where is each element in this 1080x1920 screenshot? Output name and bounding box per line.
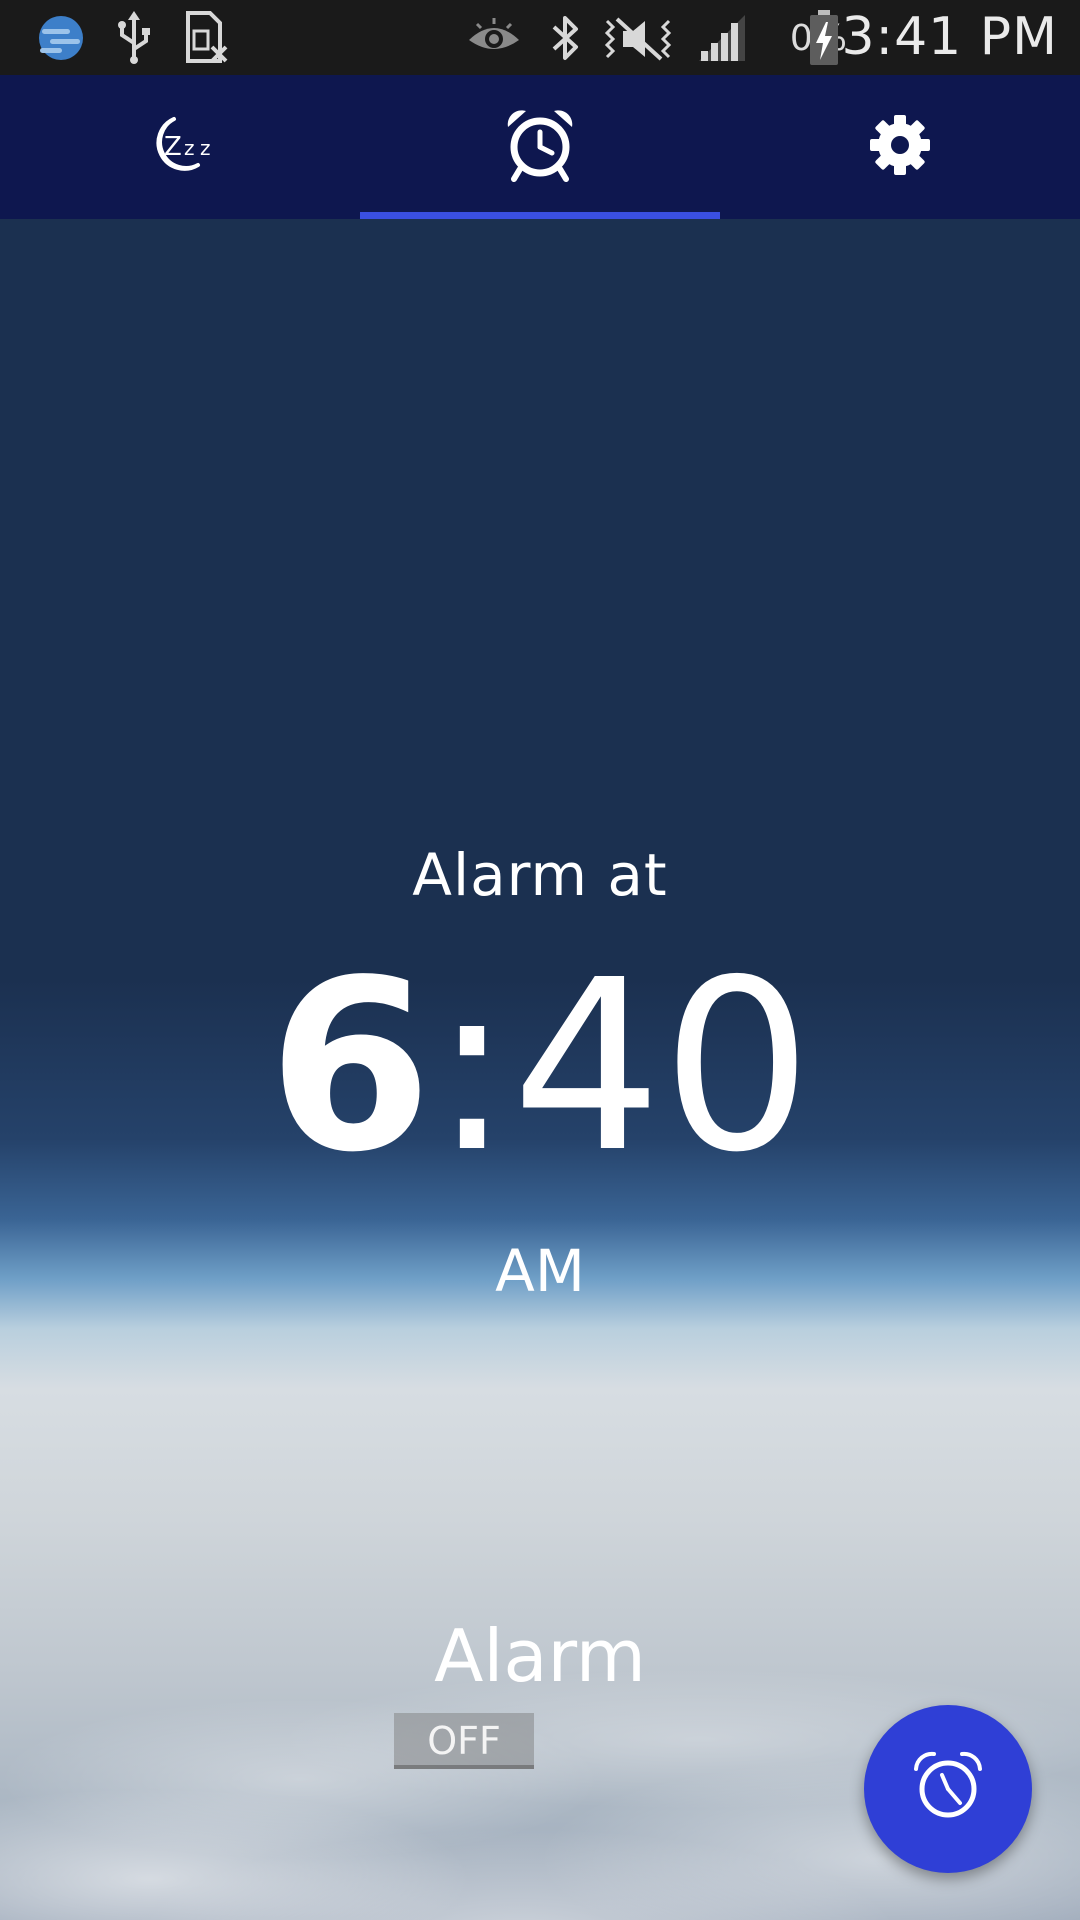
alarm-minutes: 40 [511, 929, 813, 1204]
tab-sleep[interactable]: Z z z sleep [0, 75, 360, 219]
usb-icon [112, 8, 156, 68]
alarm-add-icon [910, 1749, 986, 1829]
alarm-time[interactable]: 6:40 [0, 949, 1080, 1185]
alarm-hour: 6 [267, 929, 433, 1204]
svg-text:z: z [184, 136, 195, 160]
alarm-panel: Alarm at 6:40 AM Alarm OFF [0, 219, 1080, 1920]
status-time: 3:41 PM [841, 7, 1058, 67]
tab-alarm[interactable]: alarm [360, 75, 720, 219]
tab-settings[interactable]: settings [720, 75, 1080, 219]
svg-text:z: z [200, 136, 211, 160]
alarm-period: AM [495, 1237, 585, 1305]
no-sim-icon [182, 8, 230, 68]
app-globe-icon [34, 8, 88, 68]
svg-text:Z: Z [164, 132, 182, 162]
eye-icon [466, 8, 522, 68]
screen: 0% 3:41 PM Z z z sleep [0, 0, 1080, 1920]
mute-icon [602, 8, 674, 68]
signal-icon [694, 8, 750, 68]
tab-bar: Z z z sleep alarm [0, 75, 1080, 219]
bluetooth-icon [546, 8, 584, 68]
alarm-toggle-button[interactable]: OFF [394, 1713, 534, 1769]
add-alarm-button[interactable] [864, 1705, 1032, 1873]
battery-charging-icon [806, 8, 842, 68]
sleep-zzz-icon: Z z z [140, 113, 220, 181]
alarm-separator: : [432, 929, 512, 1204]
alarm-clock-icon [504, 107, 576, 187]
tab-indicator [360, 212, 720, 219]
alarm-heading: Alarm at [412, 841, 668, 909]
gear-icon [868, 113, 932, 181]
status-bar: 0% 3:41 PM [0, 0, 1080, 75]
alarm-label: Alarm [434, 1614, 646, 1698]
